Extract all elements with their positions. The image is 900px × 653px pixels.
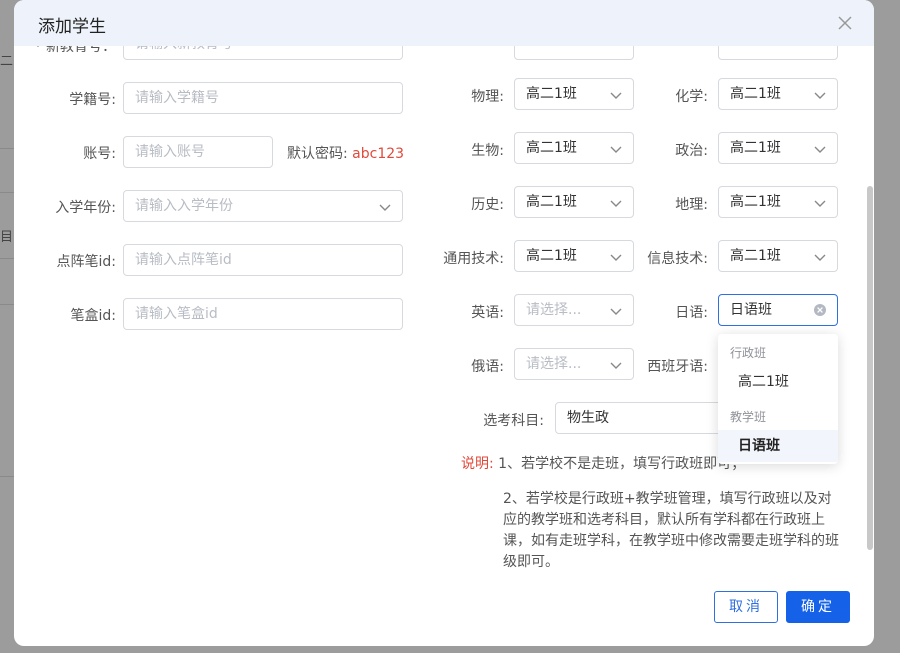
japanese-value: 日语班	[730, 302, 772, 318]
chevron-down-icon	[610, 146, 622, 153]
dialog-scrollbar[interactable]	[867, 186, 873, 550]
dialog-header: 添加学生	[14, 0, 874, 46]
info-tech-select[interactable]: 高二1班	[718, 240, 838, 272]
new-edu-no-input[interactable]	[123, 46, 403, 60]
top-subject-select[interactable]	[514, 46, 634, 60]
biology-value: 高二1班	[526, 140, 577, 156]
default-password: 默认密码: abc123	[287, 143, 404, 163]
history-label: 历史:	[471, 197, 504, 213]
physics-select[interactable]: 高二1班	[514, 78, 634, 110]
politics-label: 政治:	[675, 143, 708, 159]
spanish-label: 西班牙语:	[647, 359, 708, 375]
pen-id-label: 点阵笔id:	[56, 254, 117, 270]
background-text: 目	[0, 230, 14, 245]
japanese-select[interactable]: 日语班	[718, 294, 838, 326]
student-no-label: 学籍号:	[69, 92, 116, 108]
confirm-button[interactable]: 确定	[786, 591, 850, 623]
physics-label: 物理:	[471, 89, 504, 105]
dropdown-group-admin: 行政班	[730, 346, 767, 360]
history-value: 高二1班	[526, 194, 577, 210]
account-label: 账号:	[83, 146, 116, 162]
chemistry-label: 化学:	[675, 89, 708, 105]
exam-subjects-label: 选考科目:	[483, 413, 544, 429]
biology-label: 生物:	[471, 143, 504, 159]
chevron-down-icon	[814, 92, 826, 99]
biology-select[interactable]: 高二1班	[514, 132, 634, 164]
student-no-input[interactable]	[123, 82, 403, 114]
chevron-down-icon	[610, 362, 622, 369]
russian-select[interactable]: 请选择...	[514, 348, 634, 380]
note-text: 级即可。	[503, 554, 559, 570]
background-text: 二	[0, 54, 14, 69]
info-tech-label: 信息技术:	[647, 251, 708, 267]
dropdown-option-admin-class[interactable]: 高二1班	[718, 366, 838, 398]
dialog-body: * 新教育号： 学籍号: 账号: 默认密码: abc123 入学年份: 请输入入…	[14, 46, 874, 646]
chevron-down-icon	[610, 308, 622, 315]
geography-value: 高二1班	[730, 194, 781, 210]
info-tech-value: 高二1班	[730, 248, 781, 264]
dropdown-option-japanese-class[interactable]: 日语班	[718, 430, 838, 462]
add-student-dialog: 添加学生 * 新教育号： 学籍号: 账号: 默认密码: abc123 入学年份:…	[14, 0, 874, 646]
cancel-button[interactable]: 取消	[714, 591, 778, 623]
chevron-down-icon	[610, 200, 622, 207]
physics-value: 高二1班	[526, 86, 577, 102]
chemistry-value: 高二1班	[730, 86, 781, 102]
russian-placeholder: 请选择...	[526, 356, 582, 372]
chevron-down-icon	[814, 200, 826, 207]
note-text: 2、若学校是行政班+教学班管理，填写行政班以及对	[503, 491, 832, 507]
japanese-dropdown: 行政班 高二1班 教学班 日语班	[718, 334, 838, 464]
enroll-year-placeholder: 请输入入学年份	[135, 198, 233, 214]
top-subject-select-2[interactable]	[718, 46, 838, 60]
geography-label: 地理:	[675, 197, 708, 213]
close-icon[interactable]	[836, 14, 854, 32]
note-prefix: 说明:	[461, 456, 494, 472]
english-select[interactable]: 请选择...	[514, 294, 634, 326]
chevron-down-icon	[610, 254, 622, 261]
note-text: 应的教学班和选考科目，默认所有学科都在行政班上	[503, 512, 825, 528]
note-line-1: 说明: 1、若学校不是走班，填写行政班即可；	[461, 454, 745, 475]
chevron-down-icon	[814, 146, 826, 153]
chevron-down-icon	[610, 92, 622, 99]
enroll-year-label: 入学年份:	[55, 200, 116, 216]
english-label: 英语:	[471, 305, 504, 321]
geography-select[interactable]: 高二1班	[718, 186, 838, 218]
chevron-down-icon	[814, 254, 826, 261]
clear-icon[interactable]	[813, 303, 827, 317]
exam-subjects-value: 物生政	[567, 410, 609, 426]
general-tech-value: 高二1班	[526, 248, 577, 264]
default-password-value: abc123	[352, 146, 405, 162]
note-line-1-text: 1、若学校不是走班，填写行政班即可；	[498, 456, 746, 472]
politics-select[interactable]: 高二1班	[718, 132, 838, 164]
enroll-year-select[interactable]: 请输入入学年份	[123, 190, 403, 222]
general-tech-select[interactable]: 高二1班	[514, 240, 634, 272]
dropdown-group-teaching: 教学班	[730, 410, 767, 424]
dialog-title: 添加学生	[38, 17, 106, 37]
chevron-down-icon	[379, 204, 391, 211]
note-text: 课，如有走班学科，在教学班中修改需要走班学科的班	[503, 533, 839, 549]
pen-box-id-input[interactable]	[123, 298, 403, 330]
russian-label: 俄语:	[471, 359, 504, 375]
politics-value: 高二1班	[730, 140, 781, 156]
pen-id-input[interactable]	[123, 244, 403, 276]
english-placeholder: 请选择...	[526, 302, 582, 318]
japanese-label: 日语:	[675, 305, 708, 321]
note-paragraph-2: 2、若学校是行政班+教学班管理，填写行政班以及对 应的教学班和选考科目，默认所有…	[503, 489, 843, 573]
history-select[interactable]: 高二1班	[514, 186, 634, 218]
default-password-label: 默认密码:	[287, 146, 348, 162]
chemistry-select[interactable]: 高二1班	[718, 78, 838, 110]
new-edu-no-label: * 新教育号：	[34, 46, 116, 55]
pen-box-id-label: 笔盒id:	[70, 308, 117, 324]
general-tech-label: 通用技术:	[443, 251, 504, 267]
account-input[interactable]	[123, 136, 273, 168]
